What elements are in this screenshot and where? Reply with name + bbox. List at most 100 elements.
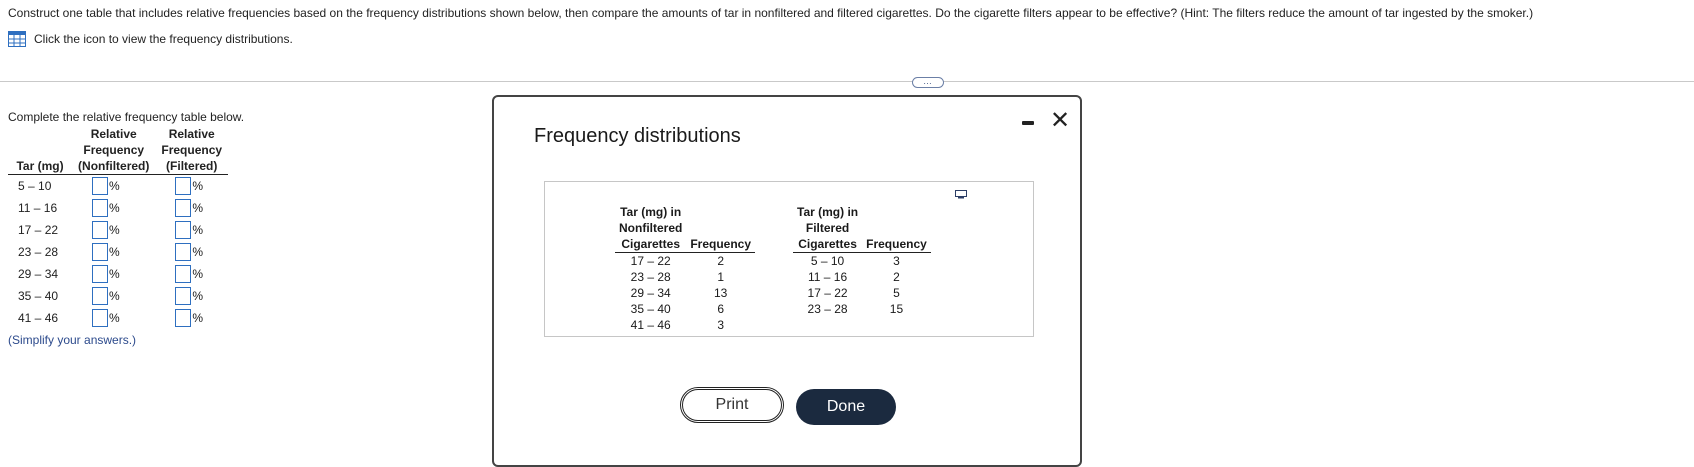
filtered-col-header-line1: Tar (mg) in (797, 205, 859, 219)
relative-frequency-table: Relative Relative Frequency Frequency Ta… (8, 126, 229, 329)
tar-range: 17 – 22 (630, 254, 671, 268)
copy-icon[interactable] (955, 190, 967, 199)
tar-range: 35 – 40 (630, 302, 671, 316)
table-row: 41 – 46 % % (8, 307, 228, 329)
table-row: 17 – 22 % % (8, 219, 228, 241)
filtered-distribution-table: Tar (mg) in Filtered Cigarettes Frequenc… (793, 204, 931, 317)
nonfiltered-answer-input[interactable] (92, 309, 109, 327)
table-row: 35 – 40 6 (615, 301, 755, 317)
frequency-value: 6 (717, 302, 725, 316)
tar-range: 23 – 28 (807, 302, 848, 316)
nonfiltered-col-header-line2: Nonfiltered (619, 221, 683, 235)
view-distributions-link[interactable]: Click the icon to view the frequency dis… (8, 31, 293, 47)
table-row: 11 – 16 2 (793, 269, 931, 285)
filtered-header-line2: Frequency (161, 143, 223, 157)
filtered-frequency-header: Frequency (862, 236, 931, 253)
frequency-value: 2 (893, 270, 900, 284)
percent-sign: % (192, 223, 204, 237)
tar-range: 41 – 46 (630, 318, 671, 332)
frequency-value: 5 (893, 286, 900, 300)
table-instruction: Complete the relative frequency table be… (8, 110, 245, 124)
filtered-answer-input[interactable] (175, 309, 192, 327)
table-row: 5 – 10 % % (8, 175, 228, 198)
dialog-title: Frequency distributions (534, 125, 741, 147)
filtered-answer-input[interactable] (175, 199, 192, 217)
tar-range: 5 – 10 (18, 179, 52, 193)
table-row: 11 – 16 % % (8, 197, 228, 219)
frequency-value: 1 (717, 270, 725, 284)
table-row: 29 – 34 % % (8, 263, 228, 285)
filtered-answer-input[interactable] (175, 221, 192, 239)
nonfiltered-answer-input[interactable] (92, 243, 109, 261)
filtered-col-header-line3: Cigarettes (793, 236, 863, 253)
percent-sign: % (109, 201, 120, 215)
percent-sign: % (109, 267, 120, 281)
filtered-header-line1: Relative (168, 127, 215, 141)
table-row: 29 – 34 13 (615, 285, 755, 301)
tar-range: 11 – 16 (807, 270, 848, 284)
frequency-value: 13 (714, 286, 728, 300)
percent-sign: % (109, 223, 120, 237)
frequency-value: 3 (717, 318, 725, 332)
table-row: 5 – 10 3 (793, 253, 931, 270)
filtered-col-header-line2: Filtered (805, 221, 850, 235)
table-row: 17 – 22 2 (615, 253, 755, 270)
filtered-answer-input[interactable] (175, 243, 192, 261)
percent-sign: % (192, 201, 204, 215)
print-button[interactable]: Print (680, 387, 784, 423)
simplify-note: (Simplify your answers.) (8, 333, 137, 347)
table-row: 17 – 22 5 (793, 285, 931, 301)
nonfiltered-answer-input[interactable] (92, 221, 109, 239)
nonfiltered-distribution-table: Tar (mg) in Nonfiltered Cigarettes Frequ… (615, 204, 756, 333)
nonfiltered-header-line3: (Nonfiltered) (72, 158, 156, 175)
percent-sign: % (109, 289, 120, 303)
view-distributions-label[interactable]: Click the icon to view the frequency dis… (34, 32, 293, 46)
nonfiltered-answer-input[interactable] (92, 177, 109, 195)
tar-range: 23 – 28 (18, 245, 59, 259)
tar-range: 29 – 34 (630, 286, 671, 300)
question-text: Construct one table that includes relati… (8, 6, 1534, 20)
table-row: 23 – 28 15 (793, 301, 931, 317)
tar-range: 23 – 28 (630, 270, 671, 284)
frequency-value: 15 (889, 302, 904, 316)
section-divider (0, 81, 1694, 82)
filtered-answer-input[interactable] (175, 177, 192, 195)
frequency-value: 2 (717, 254, 725, 268)
tar-range: 5 – 10 (810, 254, 845, 268)
nonfiltered-answer-input[interactable] (92, 287, 109, 305)
percent-sign: % (109, 311, 120, 325)
tar-range: 11 – 16 (18, 201, 58, 215)
nonfiltered-answer-input[interactable] (92, 199, 109, 217)
tar-range: 41 – 46 (18, 311, 59, 325)
percent-sign: % (192, 245, 204, 259)
percent-sign: % (192, 311, 204, 325)
tar-range: 29 – 34 (18, 267, 59, 281)
filtered-answer-input[interactable] (175, 287, 192, 305)
nonfiltered-col-header-line1: Tar (mg) in (620, 205, 682, 219)
minimize-icon[interactable] (1022, 121, 1034, 125)
percent-sign: % (192, 267, 204, 281)
frequency-value: 3 (893, 254, 900, 268)
filtered-header-line3: (Filtered) (155, 158, 229, 175)
close-icon[interactable]: ✕ (1050, 109, 1070, 133)
table-row: 41 – 46 3 (615, 317, 755, 333)
tar-range: 17 – 22 (807, 286, 848, 300)
done-button[interactable]: Done (796, 389, 896, 425)
more-options-button[interactable]: … (912, 77, 944, 88)
nonfiltered-answer-input[interactable] (92, 265, 109, 283)
frequency-distributions-dialog: Frequency distributions ✕ Tar (mg) in No… (492, 95, 1082, 467)
table-row: 23 – 28 % % (8, 241, 228, 263)
percent-sign: % (192, 179, 204, 193)
table-row: 23 – 28 1 (615, 269, 755, 285)
tar-range: 17 – 22 (18, 223, 59, 237)
percent-sign: % (192, 289, 204, 303)
nonfiltered-header-line2: Frequency (83, 143, 145, 157)
table-row: 35 – 40 % % (8, 285, 228, 307)
filtered-answer-input[interactable] (175, 265, 192, 283)
nonfiltered-header-line1: Relative (90, 127, 137, 141)
table-icon[interactable] (8, 31, 26, 47)
tar-range: 35 – 40 (18, 289, 59, 303)
percent-sign: % (109, 179, 120, 193)
tar-header: Tar (mg) (8, 158, 73, 175)
nonfiltered-frequency-header: Frequency (686, 236, 756, 253)
